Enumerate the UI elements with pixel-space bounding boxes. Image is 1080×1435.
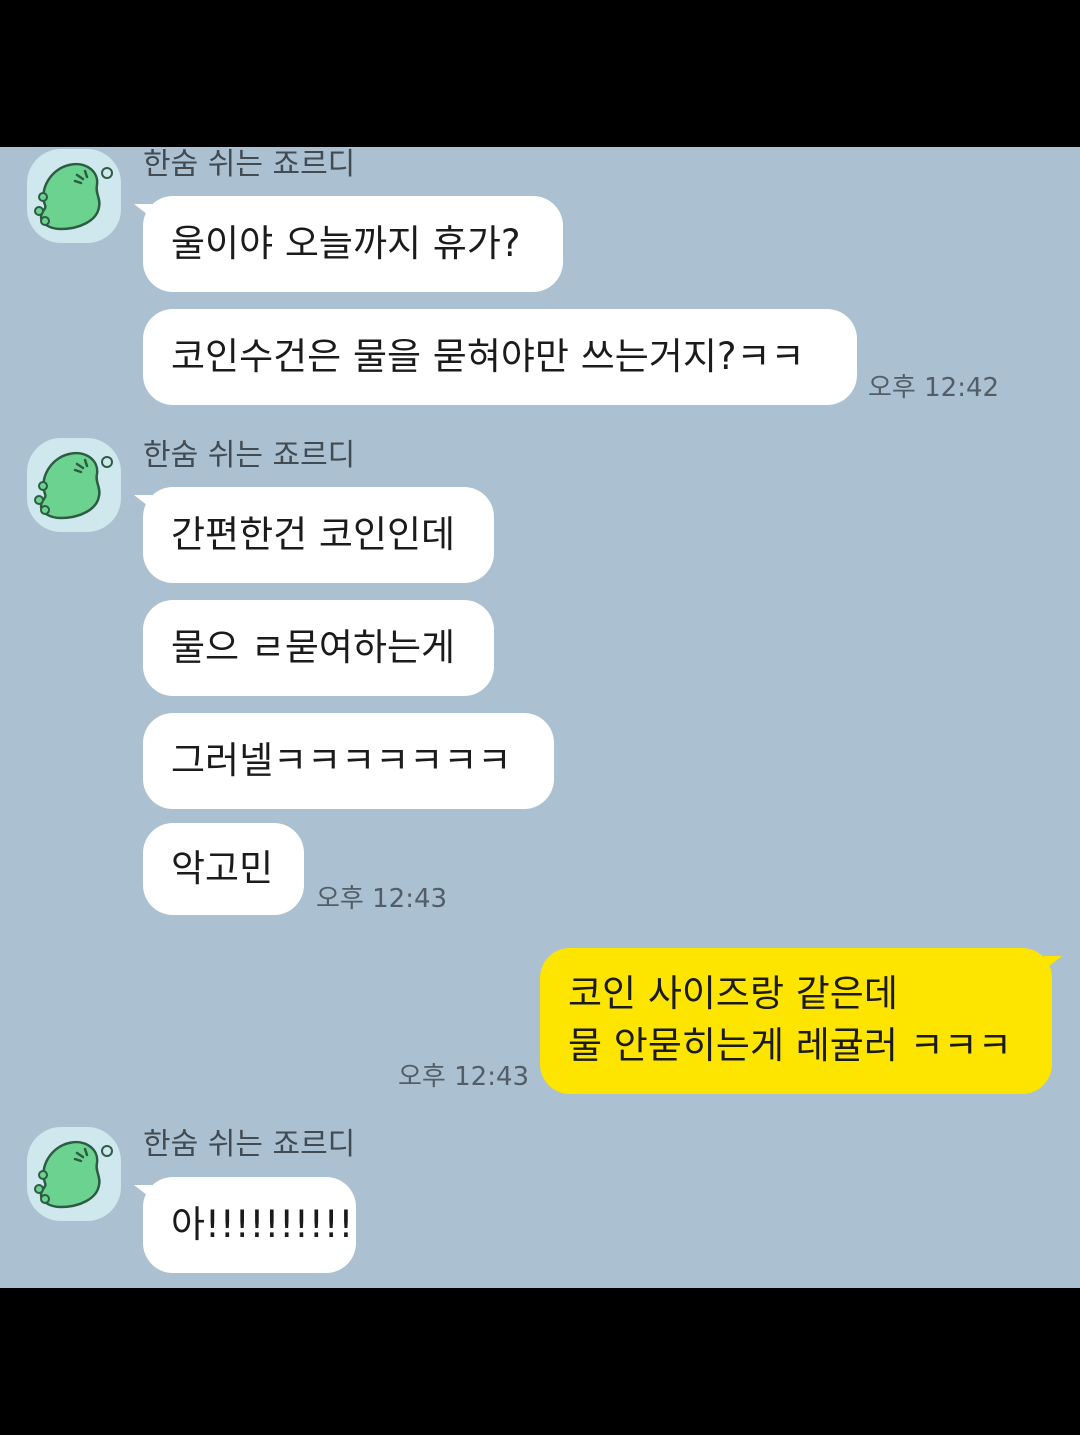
profile-avatar[interactable] (27, 149, 121, 243)
message-time: 오후 12:43 (316, 884, 448, 914)
sender-name: 한숨 쉬는 죠르디 (143, 1127, 356, 1162)
message-line: 코인 사이즈랑 같은데 (568, 972, 898, 1015)
profile-avatar[interactable] (27, 1127, 121, 1221)
message-bubble[interactable]: 울이야 오늘까지 휴가? (134, 196, 563, 292)
message-bubble[interactable]: 악고민 (143, 823, 304, 915)
message-bubble[interactable]: 아!!!!!!!!!! (134, 1177, 356, 1273)
message-bubble[interactable]: 그러넬ㅋㅋㅋㅋㅋㅋㅋ (143, 713, 554, 809)
message-bubble[interactable]: 물으 ㄹ묻여하는게 (143, 600, 494, 696)
message-time: 오후 12:43 (398, 1062, 530, 1092)
sender-name: 한숨 쉬는 죠르디 (143, 438, 356, 473)
profile-avatar[interactable] (27, 438, 121, 532)
jordy-dinosaur-icon (34, 1140, 113, 1209)
my-message-bubble[interactable]: 코인 사이즈랑 같은데 물 안묻히는게 레귤러 ㅋㅋㅋ (540, 948, 1062, 1094)
jordy-dinosaur-icon (34, 162, 113, 231)
message-time: 오후 12:42 (868, 373, 1000, 403)
chat-room[interactable]: 한숨 쉬는 죠르디 울이야 오늘까지 휴가? 코인수건은 물을 묻혀야만 쓰는거… (0, 147, 1080, 1288)
jordy-dinosaur-icon (34, 451, 113, 520)
sender-name: 한숨 쉬는 죠르디 (143, 147, 356, 182)
message-bubble[interactable]: 간편한건 코인인데 (134, 487, 494, 583)
message-bubble[interactable]: 코인수건은 물을 묻혀야만 쓰는거지?ㅋㅋ (143, 309, 857, 405)
message-line: 물 안묻히는게 레귤러 ㅋㅋㅋ (568, 1024, 1012, 1067)
